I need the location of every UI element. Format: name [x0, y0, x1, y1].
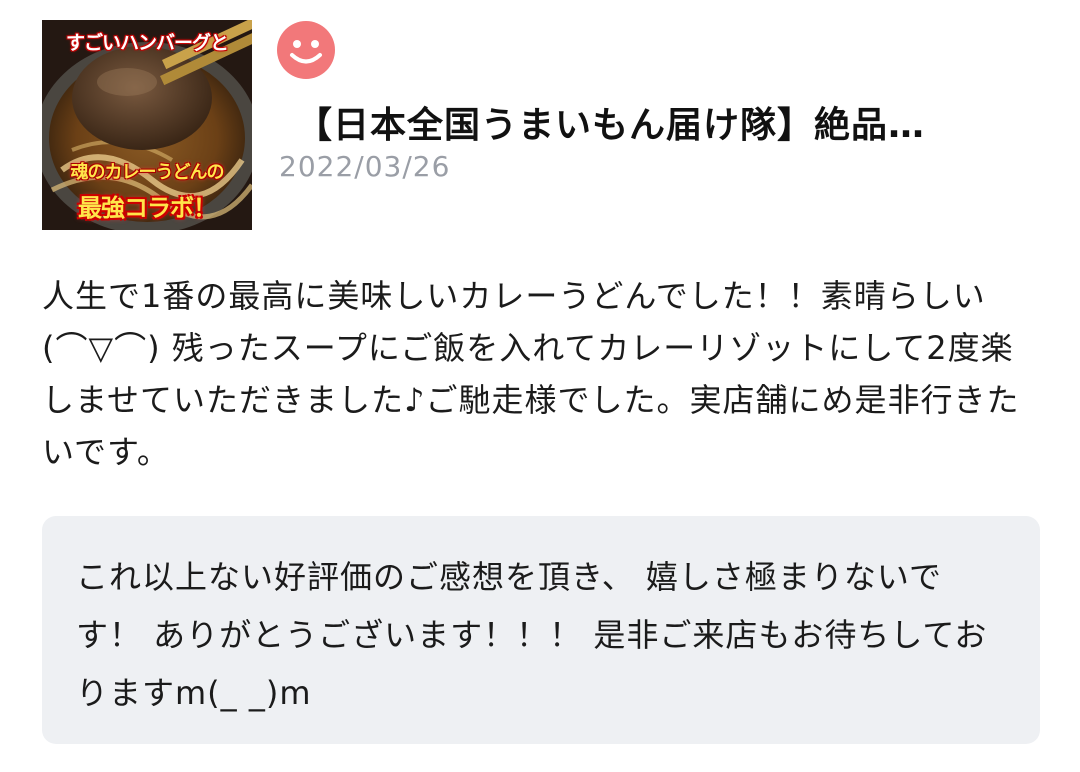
review-card: すごいハンバーグと 魂のカレーうどんの 最強コラボ！ 【日本全国うまいもん届け隊… — [0, 0, 1080, 772]
product-thumbnail[interactable]: すごいハンバーグと 魂のカレーうどんの 最強コラボ！ — [42, 20, 252, 230]
review-text: 人生で1番の最高に美味しいカレーうどんでした！！素晴らしい(⌒▽⌒) 残ったスー… — [42, 277, 1020, 471]
shop-reply-text: これ以上ない好評価のご感想を頂き、 嬉しさ極まりないです！ ありがとうございます… — [76, 558, 988, 712]
thumbnail-caption-bottom: 最強コラボ！ — [78, 194, 217, 222]
thumbnail-caption-middle: 魂のカレーうどんの — [70, 162, 225, 183]
shop-reply-box: これ以上ない好評価のご感想を頂き、 嬉しさ極まりないです！ ありがとうございます… — [42, 516, 1040, 744]
product-title[interactable]: 【日本全国うまいもん届け隊】絶品… — [296, 96, 1036, 148]
smiley-face-icon — [277, 21, 335, 79]
thumbnail-caption-top: すごいハンバーグと — [65, 32, 229, 54]
review-date: 2022/03/26 — [279, 150, 451, 183]
